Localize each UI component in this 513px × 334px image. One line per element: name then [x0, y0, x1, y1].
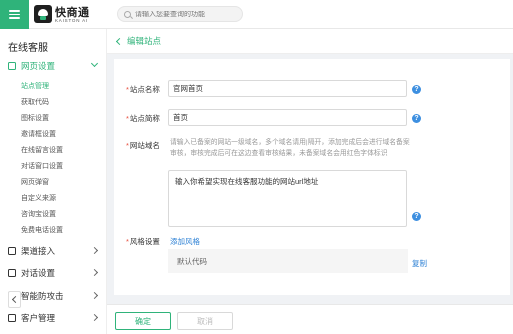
sidebar-group-label: 智能防攻击 — [21, 291, 64, 301]
chevron-right-icon — [90, 291, 99, 300]
sidebar-title: 在线客服 — [8, 43, 48, 54]
help-icon[interactable]: ? — [412, 212, 421, 221]
chat-settings-icon — [8, 269, 16, 277]
help-icon[interactable]: ? — [412, 114, 421, 123]
default-code-label: 默认代码 — [177, 256, 207, 266]
site-short-input[interactable] — [168, 109, 407, 126]
chevron-right-icon — [90, 268, 99, 277]
site-short-label: *站点简称 — [126, 114, 160, 123]
sidebar: 在线客服 网页设置 站点管理 获取代码 图标设置 邀请框设置 在线留言设置 对话… — [0, 29, 107, 334]
sidebar-item-custom-source[interactable]: 自定义来源 — [21, 193, 56, 203]
site-name-input[interactable] — [168, 80, 407, 97]
style-row: 默认代码 — [168, 249, 408, 273]
sidebar-item-consult-settings[interactable]: 咨询宝设置 — [21, 209, 56, 219]
sidebar-collapse-button[interactable] — [8, 291, 21, 308]
sidebar-group-label: 网页设置 — [21, 61, 56, 71]
back-icon[interactable] — [115, 37, 124, 45]
hamburger-icon — [9, 8, 20, 21]
menu-toggle-button[interactable] — [0, 0, 29, 29]
sidebar-item-get-code[interactable]: 获取代码 — [21, 97, 49, 107]
search-input[interactable] — [135, 10, 235, 18]
breadcrumb: 编辑站点 — [107, 29, 513, 54]
sidebar-item-chat-window[interactable]: 对话窗口设置 — [21, 161, 63, 171]
chevron-right-icon — [90, 313, 99, 322]
sidebar-group-label: 对话设置 — [21, 268, 56, 278]
sidebar-item-free-call[interactable]: 免费电话设置 — [21, 225, 63, 235]
cancel-button[interactable]: 取消 — [177, 312, 233, 330]
confirm-button[interactable]: 确定 — [115, 312, 171, 330]
sidebar-group-web-settings[interactable]: 网页设置 — [0, 56, 107, 76]
chevron-down-icon — [90, 59, 99, 68]
domain-textarea[interactable]: 输入你希望实现在线客服功能的网站url地址 — [168, 170, 407, 227]
web-settings-icon — [8, 62, 16, 70]
logo-mark-icon — [34, 5, 52, 23]
sidebar-item-invite-box[interactable]: 邀请框设置 — [21, 129, 56, 139]
sidebar-group-channels[interactable]: 渠道接入 — [0, 241, 107, 261]
domain-label: *网站域名 — [126, 141, 160, 150]
chevron-right-icon — [90, 246, 99, 255]
logo-subtext: KAISTON AI — [55, 18, 88, 23]
sidebar-group-label: 客户管理 — [21, 313, 56, 323]
top-bar: 快商通 KAISTON AI — [0, 0, 513, 29]
channel-icon — [8, 247, 16, 255]
site-name-label: *站点名称 — [126, 85, 160, 94]
search-icon — [124, 10, 131, 18]
search-box[interactable] — [117, 6, 243, 22]
page-title[interactable]: 编辑站点 — [127, 35, 161, 47]
footer-bar: 确定 取消 — [107, 304, 513, 334]
sidebar-item-online-message[interactable]: 在线留言设置 — [21, 145, 63, 155]
sidebar-item-site-management[interactable]: 站点管理 — [21, 81, 49, 91]
sidebar-group-chat-settings[interactable]: 对话设置 — [0, 263, 107, 283]
style-label: *风格设置 — [126, 237, 160, 246]
add-style-link[interactable]: 添加风格 — [170, 236, 200, 247]
sidebar-group-label: 渠道接入 — [21, 246, 56, 256]
copy-link[interactable]: 复制 — [412, 258, 427, 269]
logo[interactable]: 快商通 KAISTON AI — [34, 4, 106, 25]
customer-icon — [8, 314, 16, 322]
sidebar-item-web-popup[interactable]: 网页弹窗 — [21, 177, 49, 187]
sidebar-group-customers[interactable]: 客户管理 — [0, 308, 107, 328]
help-icon[interactable]: ? — [412, 85, 421, 94]
domain-hint: 请输入已备案的网站一级域名，多个域名请用|隔开，添加完成后会进行域名备案审核，审… — [170, 139, 410, 157]
chevron-left-icon — [11, 295, 20, 304]
sidebar-item-icon-settings[interactable]: 图标设置 — [21, 113, 49, 123]
